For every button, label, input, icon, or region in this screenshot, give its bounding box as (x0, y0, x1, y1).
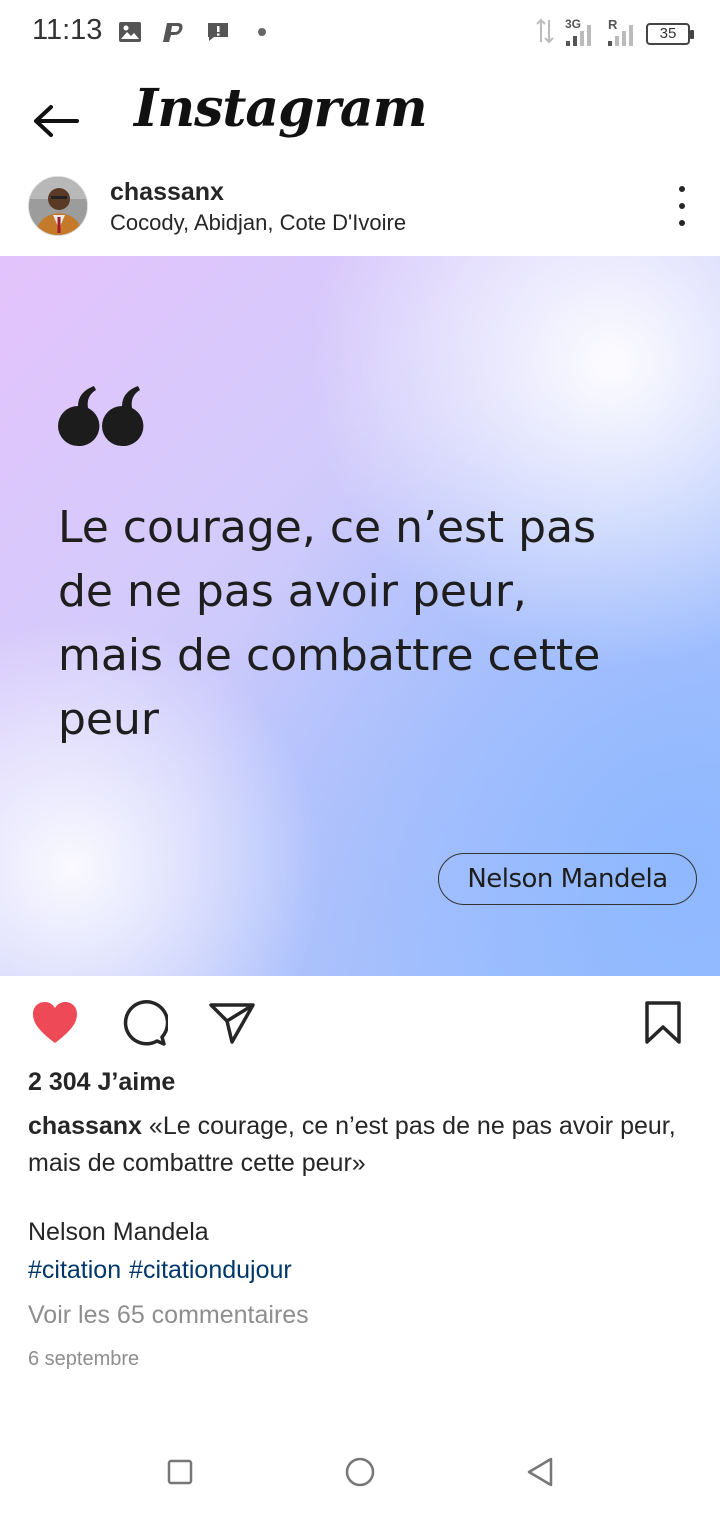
app-logo: Instagram (134, 78, 428, 139)
caption-author: Nelson Mandela (28, 1218, 209, 1246)
quote-line: Le courage, ce n’est pas (58, 502, 596, 553)
paypal-icon (160, 18, 188, 46)
quote-line: mais de combattre cette (58, 630, 601, 681)
quote-text: Le courage, ce n’est pas de ne pas avoir… (58, 496, 658, 752)
more-dots-icon (679, 186, 685, 192)
quote-line: peur (58, 694, 159, 745)
back-nav-button[interactable] (518, 1450, 562, 1494)
post-action-bar (0, 990, 720, 1054)
send-icon (209, 1003, 255, 1044)
view-comments-link[interactable]: Voir les 65 commentaires (28, 1301, 309, 1330)
triangle-back-icon (527, 1457, 553, 1487)
post-date: 6 septembre (28, 1348, 140, 1370)
caption-username[interactable]: chassanx (28, 1112, 142, 1140)
quote-mark-icon (58, 386, 144, 446)
comment-icon (123, 1000, 168, 1046)
back-button[interactable] (28, 98, 82, 144)
signal-3g-icon: 3G (562, 17, 598, 49)
signal-roaming-icon: R (604, 17, 640, 49)
avatar[interactable] (28, 176, 88, 236)
battery-level: 35 (659, 25, 677, 42)
comment-button[interactable] (117, 996, 171, 1050)
save-button[interactable] (636, 996, 690, 1050)
post-header: chassanx Cocody, Abidjan, Cote D'Ivoire (0, 170, 720, 254)
home-button[interactable] (338, 1450, 382, 1494)
circle-icon (345, 1457, 375, 1487)
status-bar: 11:13 3G R 35 (0, 0, 720, 66)
quote-author-pill: Nelson Mandela (438, 853, 697, 905)
post-image[interactable]: Le courage, ce n’est pas de ne pas avoir… (0, 256, 720, 976)
heart-filled-icon (33, 1002, 77, 1043)
share-button[interactable] (205, 996, 259, 1050)
likes-count[interactable]: 2 304 J’aime (28, 1068, 175, 1097)
data-transfer-icon (534, 16, 556, 51)
recents-button[interactable] (158, 1450, 202, 1494)
app-header: Instagram (0, 72, 720, 168)
like-button[interactable] (28, 996, 82, 1050)
post-location[interactable]: Cocody, Abidjan, Cote D'Ivoire (110, 210, 406, 236)
post-caption: chassanx «Le courage, ce n’est pas de ne… (28, 1108, 692, 1182)
hashtags: #citation #citationdujour (28, 1256, 292, 1285)
system-nav-bar (0, 1430, 720, 1514)
alert-message-icon (204, 18, 232, 46)
dot-icon (248, 18, 276, 46)
square-icon (167, 1459, 193, 1485)
gallery-icon (116, 18, 144, 46)
more-options-button[interactable] (672, 186, 692, 226)
hashtag-link[interactable]: #citationdujour (129, 1256, 292, 1285)
arrow-left-icon (34, 105, 79, 137)
quote-line: de ne pas avoir peur, (58, 566, 527, 617)
hashtag-link[interactable]: #citation (28, 1256, 121, 1285)
status-time: 11:13 (32, 14, 103, 46)
post-username[interactable]: chassanx (110, 178, 224, 207)
battery-icon: 35 (646, 22, 694, 45)
bookmark-icon (645, 1001, 681, 1044)
